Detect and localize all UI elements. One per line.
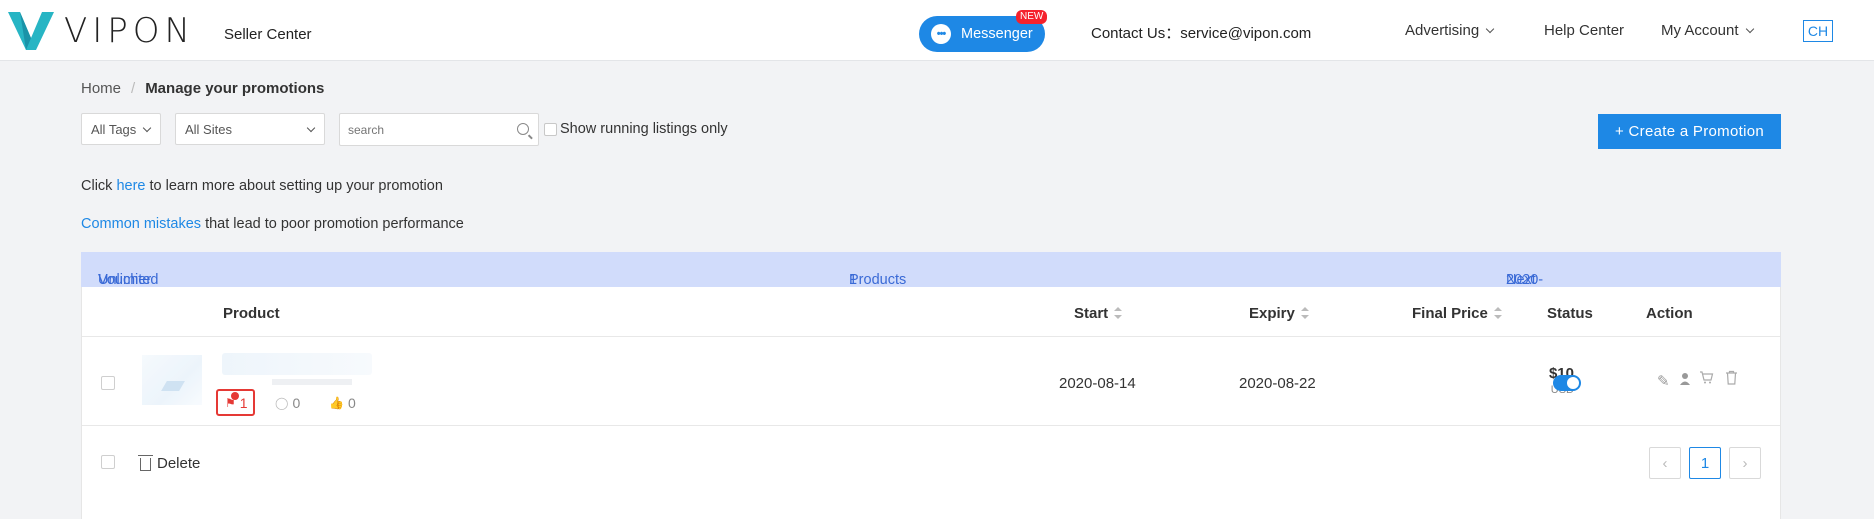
prev-page-button[interactable]: ‹ [1649,447,1681,479]
breadcrumb: Home / Manage your promotions [81,80,324,97]
like-count-value: 0 [347,395,356,411]
chevron-down-icon [306,123,316,133]
nav-my-account-label: My Account [1661,22,1739,39]
contact-email[interactable]: service@vipon.com [1180,25,1311,42]
sort-icon [1300,307,1309,319]
language-switch[interactable]: CH [1803,20,1833,42]
products-live-value: 1 [849,272,858,288]
contact-label: Contact Us： [1091,25,1181,42]
sites-select[interactable]: All Sites [175,113,325,145]
trash-icon[interactable] [1725,370,1738,389]
chevron-down-icon [1485,24,1495,34]
logo[interactable]: VIPON [8,11,195,51]
select-all-checkbox[interactable] [101,455,115,469]
sort-icon [1114,307,1123,319]
sites-select-value: All Sites [185,121,232,137]
running-only-label: Show running listings only [560,121,728,137]
expiry-date: 2020-08-22 [1239,375,1316,392]
comment-count[interactable]: ◯ 0 [275,395,300,411]
flag-count-value: 1 [239,395,248,411]
start-date: 2020-08-14 [1059,375,1136,392]
column-final-price[interactable]: Final Price [1412,305,1502,322]
product-subtitle [272,379,352,385]
logo-mark-icon [8,12,54,50]
column-expiry-label: Expiry [1249,305,1295,322]
row-divider [82,425,1780,426]
flag-icon: ⚑ [225,396,236,410]
nav-my-account[interactable]: My Account [1661,22,1754,39]
messenger-label: Messenger [961,26,1033,42]
running-only-filter[interactable]: Show running listings only [544,121,728,137]
nav-advertising[interactable]: Advertising [1405,22,1495,39]
row-checkbox[interactable] [101,376,115,390]
chevron-down-icon [1745,24,1754,34]
create-promotion-button[interactable]: + Create a Promotion [1598,114,1781,149]
mistakes-line-suffix: that lead to poor promotion performance [205,216,464,232]
search-input[interactable] [340,114,500,145]
column-action: Action [1646,305,1693,322]
breadcrumb-separator: / [131,80,136,97]
table-row: ⚑1 ◯0 👍0 2020-08-14 2020-08-22 $10 USD ✎ [82,337,1780,425]
nav-advertising-label: Advertising [1405,22,1480,39]
page-number-button[interactable]: 1 [1689,447,1721,479]
column-product: Product [223,305,280,322]
logo-text: VIPON [64,11,195,51]
new-badge: NEW [1016,10,1048,24]
product-title[interactable] [222,353,372,375]
user-icon[interactable] [1679,372,1691,390]
like-count[interactable]: 👍 0 [329,395,356,411]
column-status: Status [1547,305,1593,322]
tags-select[interactable]: All Tags [81,113,161,145]
search-box [339,113,539,146]
mistakes-line: Common mistakes that lead to poor promot… [81,216,464,232]
next-page-button[interactable]: › [1729,447,1761,479]
help-line: Click here to learn more about setting u… [81,178,443,194]
help-line-suffix: to learn more about setting up your prom… [149,178,443,194]
voucher-remaining-value: Unlimited [98,272,159,288]
column-final-price-label: Final Price [1412,305,1488,322]
help-line-prefix: Click [81,178,113,194]
sort-icon [1493,307,1502,319]
messenger-icon: ••• [931,24,951,44]
contact-info: Contact Us：service@vipon.com [1091,22,1311,43]
delete-button[interactable]: Delete [138,455,201,472]
edit-icon[interactable]: ✎ [1657,372,1670,390]
app-subtitle: Seller Center [224,26,312,43]
comment-icon: ◯ [275,396,289,410]
comment-count-value: 0 [292,395,301,411]
mistakes-link[interactable]: Common mistakes [81,216,201,232]
column-start[interactable]: Start [1074,305,1123,322]
column-start-label: Start [1074,305,1109,322]
column-expiry[interactable]: Expiry [1249,305,1309,322]
chevron-down-icon [142,123,152,133]
promotions-table: Product Start Expiry Final Price Status … [81,287,1781,519]
search-icon[interactable] [517,123,529,135]
help-link[interactable]: here [116,178,145,194]
status-toggle[interactable] [1553,375,1581,391]
tags-select-value: All Tags [91,121,137,137]
trash-icon [138,455,153,471]
thumb-up-icon: 👍 [329,396,344,410]
summary-bar: Voucher sends remaining：Unlimited Produc… [81,252,1781,324]
running-only-checkbox[interactable] [544,122,557,136]
breadcrumb-current: Manage your promotions [145,80,325,97]
delete-label: Delete [157,455,201,472]
breadcrumb-home[interactable]: Home [81,80,121,97]
top-header: VIPON Seller Center ••• Messenger NEW Co… [0,0,1874,61]
product-thumbnail[interactable] [142,355,202,405]
nav-help-center[interactable]: Help Center [1544,22,1624,39]
cart-icon[interactable] [1699,370,1714,389]
flag-count[interactable]: ⚑ 1 [225,395,248,411]
